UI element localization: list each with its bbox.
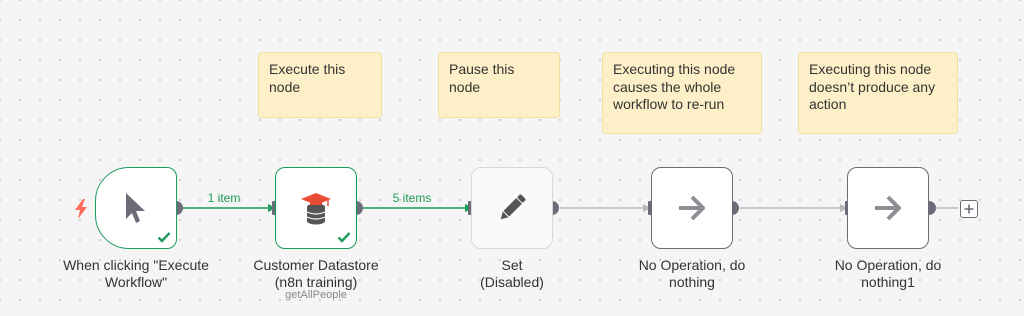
sticky-note-text: Executing this node doesn’t produce any … — [809, 61, 936, 112]
node-title-line: When clicking "Execute — [63, 257, 209, 273]
node-customer-datastore[interactable] — [275, 167, 357, 249]
success-check-icon — [337, 232, 351, 243]
node-title-no-operation-1: No Operation, do nothing1 — [798, 257, 978, 291]
connection-label-1: 1 item — [207, 191, 241, 205]
sticky-note-text: Execute this node — [269, 61, 346, 95]
sticky-note-text: Executing this node causes the whole wor… — [613, 61, 736, 112]
node-title-no-operation: No Operation, do nothing — [602, 257, 782, 291]
node-title-set: Set (Disabled) — [422, 257, 602, 291]
node-title-line: nothing1 — [861, 274, 915, 290]
node-no-operation-1[interactable] — [847, 167, 929, 249]
trigger-bolt-icon — [75, 199, 87, 219]
sticky-note-no-action[interactable]: Executing this node doesn’t produce any … — [798, 52, 958, 134]
sticky-note-rerun[interactable]: Executing this node causes the whole wor… — [602, 52, 762, 134]
node-title-line: Workflow" — [104, 274, 168, 290]
datastore-icon — [301, 193, 331, 225]
node-title-line: Set — [501, 257, 523, 273]
node-no-operation[interactable] — [651, 167, 733, 249]
node-title-line: (Disabled) — [480, 274, 544, 290]
cursor-icon — [126, 193, 145, 223]
plus-icon — [964, 204, 974, 214]
node-title-manual-trigger: When clicking "Execute Workflow" — [46, 257, 226, 291]
node-title-customer-datastore: Customer Datastore (n8n training) — [226, 257, 406, 291]
sticky-note-pause[interactable]: Pause this node — [438, 52, 560, 118]
add-node-button[interactable] — [960, 200, 978, 218]
node-title-line: No Operation, do — [638, 257, 746, 273]
success-check-icon — [157, 232, 171, 243]
node-title-line: Customer Datastore — [253, 257, 379, 273]
node-title-line: nothing — [669, 274, 715, 290]
sticky-note-text: Pause this node — [449, 61, 515, 95]
node-set-disabled[interactable] — [471, 167, 553, 249]
node-title-line: No Operation, do — [834, 257, 942, 273]
sticky-note-execute[interactable]: Execute this node — [258, 52, 382, 118]
arrow-right-icon — [679, 195, 705, 221]
arrow-right-icon — [875, 195, 901, 221]
connection-label-2: 5 items — [392, 191, 432, 205]
node-subtitle-operation: getAllPeople — [285, 289, 347, 301]
pencil-icon — [500, 194, 526, 220]
node-manual-trigger[interactable] — [95, 167, 177, 249]
